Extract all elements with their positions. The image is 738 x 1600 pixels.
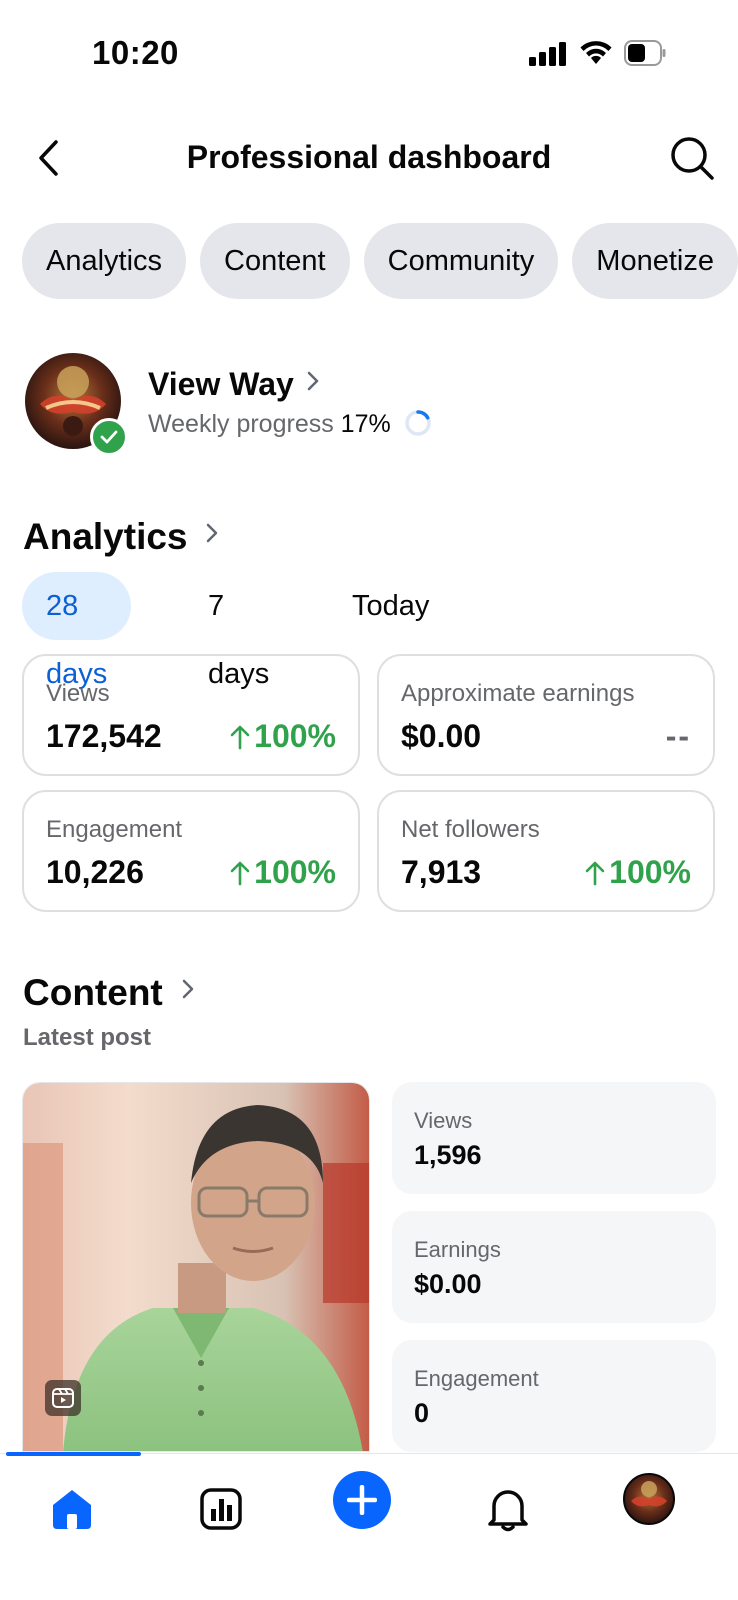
profile-avatar-icon	[623, 1473, 675, 1525]
profile-name[interactable]: View Way	[148, 366, 294, 403]
search-button[interactable]	[668, 134, 718, 184]
nav-home[interactable]	[42, 1479, 102, 1539]
post-metric-engagement: Engagement 0	[392, 1340, 716, 1452]
status-bar: 10:20	[0, 0, 738, 110]
verified-badge	[90, 418, 128, 456]
nav-profile[interactable]	[622, 1472, 676, 1526]
arrow-up-icon	[230, 725, 250, 749]
reel-icon	[45, 1380, 81, 1416]
stat-card-approximate-earnings[interactable]: Approximate earnings $0.00 --	[377, 654, 715, 776]
professional-dashboard-screen: 10:20 Professional dashboard Analytics C…	[0, 0, 738, 1600]
active-tab-indicator	[6, 1452, 141, 1456]
stat-label: Engagement	[46, 816, 183, 843]
stat-card-views[interactable]: Views 172,542 100%	[22, 654, 360, 776]
nav-create[interactable]	[333, 1471, 391, 1529]
progress-ring-icon	[404, 410, 431, 436]
post-metric-earnings: Earnings $0.00	[392, 1211, 716, 1323]
post-metric-value: 0	[414, 1398, 430, 1428]
tab-community[interactable]: Community	[363, 223, 559, 299]
chevron-right-icon	[206, 523, 218, 543]
arrow-up-icon	[230, 861, 250, 885]
post-metric-value: $0.00	[414, 1269, 482, 1299]
stat-change-value: 100%	[254, 854, 336, 890]
avatar[interactable]	[24, 352, 128, 456]
post-metric-label: Earnings	[414, 1237, 501, 1262]
stat-value: 10,226	[46, 854, 144, 890]
analytics-section-title[interactable]: Analytics	[23, 516, 188, 558]
stat-change-value: 100%	[254, 718, 336, 754]
stat-change: 100%	[230, 718, 336, 755]
post-metric-label: Engagement	[414, 1366, 539, 1391]
page-title: Professional dashboard	[186, 139, 552, 175]
stat-label: Views	[46, 680, 110, 707]
search-icon	[671, 137, 714, 180]
profile-summary[interactable]: View Way Weekly progress 17%	[24, 352, 714, 458]
insights-chart-icon	[200, 1488, 242, 1530]
weekly-progress: Weekly progress 17%	[148, 410, 432, 439]
stat-value: $0.00	[401, 718, 482, 754]
stat-change-value: 100%	[609, 854, 691, 890]
stat-value: 7,913	[401, 854, 482, 890]
arrow-up-icon	[585, 861, 605, 885]
tab-analytics[interactable]: Analytics	[22, 223, 187, 299]
wifi-icon	[580, 41, 612, 64]
content-section-title[interactable]: Content	[23, 972, 163, 1014]
tab-content[interactable]: Content	[200, 223, 350, 299]
stat-card-engagement[interactable]: Engagement 10,226 100%	[22, 790, 360, 912]
chevron-right-icon	[307, 371, 319, 391]
stat-card-net-followers[interactable]: Net followers 7,913 100%	[377, 790, 715, 912]
weekly-progress-label: Weekly progress	[148, 410, 334, 438]
stat-change: 100%	[230, 854, 336, 891]
post-metric-views: Views 1,596	[392, 1082, 716, 1194]
period-7-days[interactable]: 7 days	[208, 572, 269, 690]
tab-monetize[interactable]: Monetize	[572, 223, 738, 299]
latest-post-label: Latest post	[23, 1024, 152, 1051]
status-time: 10:20	[92, 34, 179, 71]
create-plus-icon	[347, 1485, 377, 1515]
cellular-signal-icon	[529, 42, 566, 66]
post-metric-value: 1,596	[414, 1140, 482, 1170]
latest-post-thumbnail[interactable]	[22, 1082, 370, 1452]
weekly-progress-percent: 17%	[340, 410, 391, 438]
post-metric-label: Views	[414, 1108, 473, 1133]
stat-value: 172,542	[46, 718, 162, 754]
stat-label: Approximate earnings	[401, 680, 635, 707]
bottom-navigation	[0, 1452, 738, 1600]
nav-insights[interactable]	[191, 1479, 251, 1539]
battery-icon	[624, 40, 666, 66]
period-today[interactable]: Today	[352, 572, 429, 640]
home-icon	[53, 1490, 91, 1529]
period-28-days[interactable]: 28 days	[22, 572, 132, 690]
chevron-right-icon	[182, 979, 194, 999]
notifications-bell-icon	[488, 1490, 528, 1532]
dashboard-tabs: Analytics Content Community Monetize	[22, 223, 738, 299]
stat-change-value: --	[665, 718, 691, 754]
stat-change: 100%	[585, 854, 691, 891]
nav-notifications[interactable]	[478, 1479, 538, 1539]
stat-label: Net followers	[401, 816, 540, 843]
checkmark-icon	[100, 430, 118, 444]
stat-change: --	[666, 718, 691, 755]
header: Professional dashboard	[0, 120, 738, 200]
